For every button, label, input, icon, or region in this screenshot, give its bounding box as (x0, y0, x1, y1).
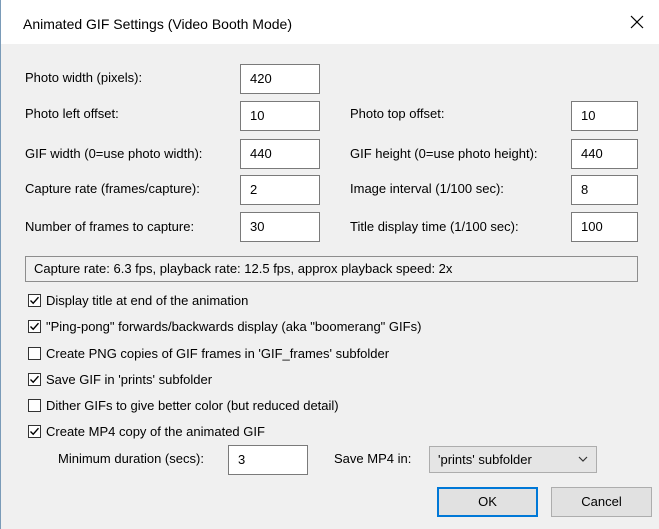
gif-height-input[interactable]: 440 (571, 139, 638, 169)
photo-left-offset-input[interactable]: 10 (240, 101, 320, 131)
photo-width-input[interactable]: 420 (240, 64, 320, 94)
title-bar: Animated GIF Settings (Video Booth Mode) (1, 0, 659, 44)
checkbox-save-gif-prints[interactable]: Save GIF in 'prints' subfolder (28, 370, 212, 388)
photo-top-offset-input[interactable]: 10 (571, 101, 638, 131)
gif-width-input[interactable]: 440 (240, 139, 320, 169)
chevron-down-icon (578, 456, 588, 462)
checkbox-label: Save GIF in 'prints' subfolder (46, 371, 213, 387)
gif-width-label: GIF width (0=use photo width): (25, 146, 203, 161)
checkmark-icon (30, 296, 40, 304)
photo-left-offset-label: Photo left offset: (25, 106, 119, 121)
save-mp4-value: 'prints' subfolder (438, 452, 532, 467)
frames-to-capture-input[interactable]: 30 (240, 212, 320, 242)
checkmark-icon (30, 375, 40, 383)
capture-rate-input[interactable]: 2 (240, 175, 320, 205)
ok-button[interactable]: OK (437, 487, 538, 517)
min-duration-label: Minimum duration (secs): (58, 451, 204, 466)
checkbox-ping-pong[interactable]: "Ping-pong" forwards/backwards display (… (28, 317, 421, 335)
checkbox-box[interactable] (28, 372, 41, 386)
checkbox-box[interactable] (28, 346, 41, 360)
checkbox-label: Create MP4 copy of the animated GIF (46, 423, 265, 439)
checkbox-box[interactable] (28, 293, 41, 307)
title-display-time-input[interactable]: 100 (571, 212, 638, 242)
checkbox-png-copies[interactable]: Create PNG copies of GIF frames in 'GIF_… (28, 344, 389, 362)
capture-rate-label: Capture rate (frames/capture): (25, 181, 200, 196)
frames-to-capture-label: Number of frames to capture: (25, 219, 195, 234)
checkbox-create-mp4[interactable]: Create MP4 copy of the animated GIF (28, 422, 265, 440)
close-icon (630, 15, 644, 29)
checkbox-box[interactable] (28, 398, 41, 412)
image-interval-label: Image interval (1/100 sec): (350, 181, 504, 196)
checkbox-label: Create PNG copies of GIF frames in 'GIF_… (46, 345, 390, 361)
checkbox-label: Display title at end of the animation (46, 292, 249, 308)
gif-height-label: GIF height (0=use photo height): (350, 146, 538, 161)
save-mp4-dropdown[interactable]: 'prints' subfolder (429, 446, 597, 473)
checkbox-display-title[interactable]: Display title at end of the animation (28, 291, 248, 309)
dialog-title: Animated GIF Settings (Video Booth Mode) (23, 16, 292, 32)
settings-dialog: Animated GIF Settings (Video Booth Mode)… (0, 0, 659, 529)
checkbox-dither[interactable]: Dither GIFs to give better color (but re… (28, 396, 339, 414)
rate-summary: Capture rate: 6.3 fps, playback rate: 12… (25, 256, 638, 282)
photo-width-label: Photo width (pixels): (25, 70, 143, 85)
checkbox-box[interactable] (28, 319, 41, 333)
min-duration-input[interactable]: 3 (228, 445, 308, 475)
checkmark-icon (30, 322, 40, 330)
save-mp4-label: Save MP4 in: (334, 451, 412, 466)
checkmark-icon (30, 427, 40, 435)
image-interval-input[interactable]: 8 (571, 175, 638, 205)
checkbox-label: Dither GIFs to give better color (but re… (46, 397, 339, 413)
photo-top-offset-label: Photo top offset: (350, 106, 445, 121)
checkbox-label: "Ping-pong" forwards/backwards display (… (46, 318, 422, 334)
close-button[interactable] (614, 0, 659, 44)
cancel-button[interactable]: Cancel (551, 487, 652, 517)
checkbox-box[interactable] (28, 424, 41, 438)
title-display-time-label: Title display time (1/100 sec): (350, 219, 519, 234)
